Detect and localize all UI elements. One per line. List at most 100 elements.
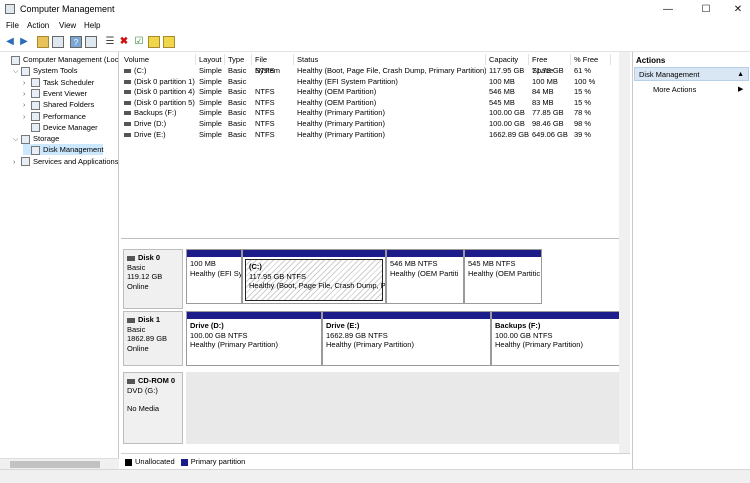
table-cell: Simple (199, 119, 222, 128)
node-icon (31, 112, 40, 122)
table-row[interactable]: (C:) Simple Basic NTFS Healthy (Boot, Page F… (121, 66, 630, 77)
table-cell: 545 MB (489, 97, 515, 107)
menu-view[interactable]: View (59, 21, 76, 30)
scroll-thumb[interactable] (10, 461, 100, 468)
submenu-arrow-icon: ▶ (738, 86, 744, 93)
tree-item-computer-management-local[interactable]: Computer Management (Local (3, 54, 118, 65)
tree-item-shared-folders[interactable]: › Shared Folders (23, 99, 94, 110)
collapse-icon[interactable]: ▲ (737, 68, 744, 81)
up-folder-icon[interactable] (37, 36, 49, 48)
disk-type: Basic (127, 262, 146, 272)
menu-help[interactable]: Help (84, 21, 100, 30)
tree-item-label: Shared Folders (43, 100, 95, 110)
folder-icon[interactable] (148, 36, 160, 48)
tree-item-device-manager[interactable]: Device Manager (23, 122, 98, 133)
help-icon[interactable]: ? (70, 36, 82, 48)
node-icon (21, 134, 30, 144)
column-header-file-system[interactable]: File System (252, 54, 294, 75)
computer-management-icon (5, 4, 15, 14)
tree-item-label: System Tools (33, 66, 78, 76)
part-status: Healthy (Primary Partition) (495, 340, 583, 349)
table-cell: Healthy (Boot, Page File, Crash Dump, Pr… (297, 66, 486, 75)
disk-name: CD-ROM 0 (138, 376, 176, 385)
disk-type: DVD (G:) (127, 385, 158, 395)
column-header-capacity[interactable]: Capacity (486, 54, 529, 65)
tree-horizontal-scrollbar[interactable] (0, 458, 119, 469)
unallocated-swatch (125, 458, 132, 466)
table-row[interactable]: Backups (F:) Simple Basic NTFS Healthy (Prim… (121, 108, 630, 119)
title-bar: Computer Management — ☐ ✕ (0, 0, 750, 19)
tree-item-performance[interactable]: › Performance (23, 111, 86, 122)
properties-icon[interactable] (163, 36, 175, 48)
tree-item-event-viewer[interactable]: › Event Viewer (23, 88, 87, 99)
check-icon[interactable]: ☑ (133, 36, 145, 48)
expanded-chevron-icon[interactable]: ⌵ (13, 66, 21, 77)
tree-item-task-scheduler[interactable]: › Task Scheduler (23, 77, 94, 88)
back-icon[interactable]: ◀ (4, 36, 16, 48)
close-button[interactable]: ✕ (722, 0, 750, 19)
part-status: Healthy (EFI Sy (190, 268, 242, 278)
tree-item-disk-management[interactable]: Disk Management (23, 144, 104, 156)
table-cell: 83 MB (532, 97, 554, 107)
column-header-volume[interactable]: Volume (121, 54, 196, 65)
disk1-label[interactable]: Disk 1 Basic 1862.89 GB Online (123, 311, 183, 366)
disk-size: 1862.89 GB (127, 334, 168, 343)
forward-icon[interactable]: ▶ (18, 36, 30, 48)
partition-d[interactable]: Drive (D:) 100.00 GB NTFS Healthy (Primary… (186, 311, 322, 366)
column-header--free[interactable]: % Free (571, 54, 611, 65)
tree-item-label: Event Viewer (43, 88, 88, 98)
menu-file[interactable]: File (6, 21, 19, 30)
more-actions-item[interactable]: More Actions (653, 85, 696, 94)
tree-item-system-tools[interactable]: ⌵ System Tools (13, 65, 77, 76)
maximize-button[interactable]: ☐ (690, 0, 722, 19)
table-cell: Basic (228, 76, 247, 86)
table-row[interactable]: Drive (D:) Simple Basic NTFS Healthy (Primar… (121, 119, 630, 130)
window-title: Computer Management (20, 4, 115, 14)
actions-section-disk-management[interactable]: Disk Management ▲ (634, 67, 749, 81)
console-tree-icon[interactable] (52, 36, 64, 48)
table-cell: 71.78 GB (532, 66, 564, 75)
connect-icon[interactable]: ☰ (104, 36, 116, 48)
partition-c[interactable]: (C:) 117.95 GB NTFS Healthy (Boot, Page Fi… (242, 249, 386, 304)
partition-e[interactable]: Drive (E:) 1662.89 GB NTFS Healthy (Primar… (322, 311, 491, 366)
table-cell: 61 % (574, 66, 592, 75)
cdrom-label[interactable]: CD-ROM 0 DVD (G:) No Media (123, 372, 183, 444)
tree-item-storage[interactable]: ⌵ Storage (13, 133, 59, 144)
table-cell: NTFS (255, 129, 275, 139)
table-cell: Simple (199, 108, 222, 118)
column-header-layout[interactable]: Layout (196, 54, 225, 65)
menu-action[interactable]: Action (27, 21, 49, 30)
volume-icon (124, 111, 131, 116)
disk0-label[interactable]: Disk 0 Basic 119.12 GB Online (123, 249, 183, 309)
node-icon (11, 55, 20, 65)
table-cell: Simple (199, 97, 222, 107)
column-header-type[interactable]: Type (225, 54, 252, 65)
table-cell: Basic (228, 87, 247, 97)
table-row[interactable]: Drive (E:) Simple Basic NTFS Healthy (Primar… (121, 130, 630, 141)
table-cell: Healthy (OEM Partition) (297, 97, 377, 107)
table-cell: Drive (E:) (124, 130, 196, 141)
minimize-button[interactable]: — (652, 0, 684, 19)
volume-icon (124, 122, 131, 127)
table-row[interactable]: (Disk 0 partition 5) Simple Basic NTFS Healt… (121, 98, 630, 109)
partition-oem-5[interactable]: 545 MB NTFS Healthy (OEM Partitic (464, 249, 542, 304)
volume-name: (Disk 0 partition 1) (134, 76, 195, 86)
table-row[interactable]: (Disk 0 partition 4) Simple Basic NTFS Healt… (121, 87, 630, 98)
partition-efi[interactable]: 100 MB Healthy (EFI Sy (186, 249, 242, 304)
part-label: Drive (D:) (190, 321, 224, 330)
partition-f[interactable]: Backups (F:) 100.00 GB NTFS Healthy (Prima… (491, 311, 627, 366)
table-row[interactable]: (Disk 0 partition 1) Simple Basic Healthy (… (121, 77, 630, 88)
action-pane-icon[interactable] (85, 36, 97, 48)
partition-oem-4[interactable]: 546 MB NTFS Healthy (OEM Partiti (386, 249, 464, 304)
disk-name: Disk 1 (138, 315, 161, 324)
tree-item-label: Storage (33, 134, 60, 144)
column-header-free-space[interactable]: Free Space (529, 54, 571, 75)
collapsed-chevron-icon[interactable]: › (13, 157, 21, 168)
expanded-chevron-icon[interactable]: ⌵ (13, 134, 21, 145)
column-header-status[interactable]: Status (294, 54, 486, 65)
content-vertical-scrollbar[interactable] (619, 52, 630, 469)
delete-icon[interactable]: ✖ (118, 36, 130, 48)
tree-item-label: Services and Applications (33, 156, 119, 166)
part-label: Backups (F:) (495, 321, 541, 330)
tree-item-services-and-applications[interactable]: › Services and Applications (13, 156, 118, 167)
